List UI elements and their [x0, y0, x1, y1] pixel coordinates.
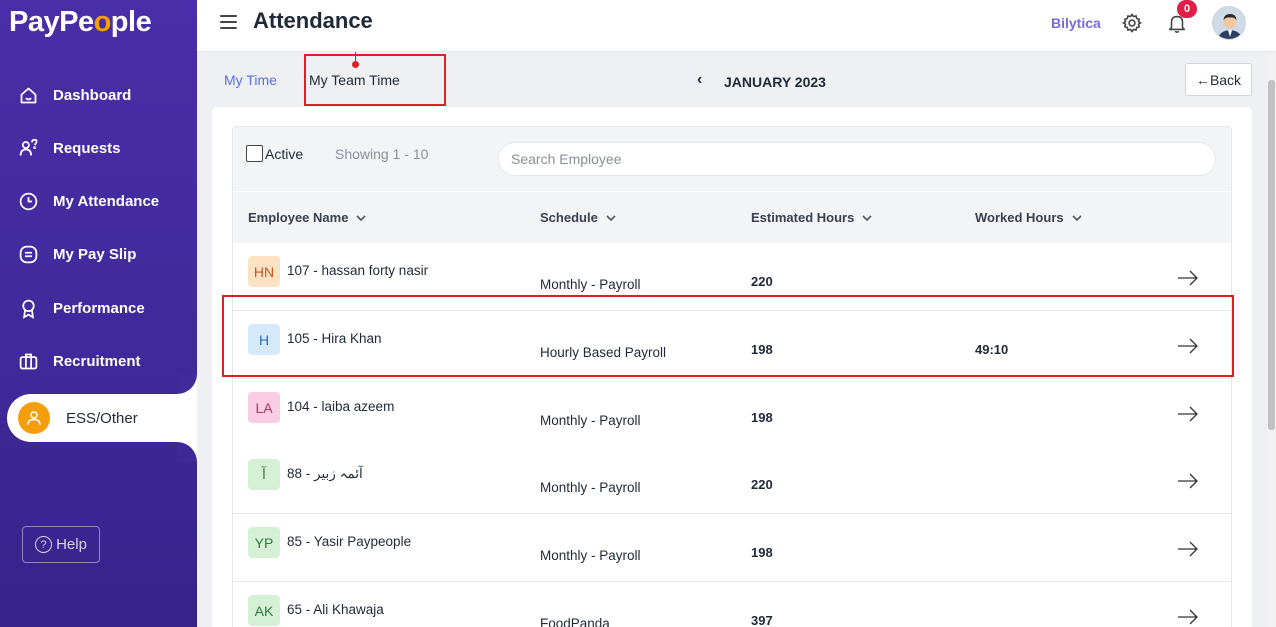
column-header-estimated-hours[interactable]: Estimated Hours [751, 210, 872, 225]
logo-text-pre: PayPe [9, 6, 94, 38]
sidebar-item-performance[interactable]: Performance [0, 286, 197, 330]
sidebar-item-label: My Attendance [53, 192, 160, 210]
employee-initials-avatar: LA [248, 392, 280, 423]
employee-name: 88 - آئمہ زبیر [287, 466, 363, 481]
user-icon [18, 402, 50, 434]
employee-initials-avatar: YP [248, 527, 280, 558]
estimated-hours-cell: 220 [751, 477, 773, 492]
scrollbar-thumb[interactable] [1268, 80, 1275, 430]
estimated-hours-cell: 220 [751, 274, 773, 289]
column-header-label: Employee Name [248, 210, 349, 225]
estimated-hours-cell: 198 [751, 545, 773, 560]
briefcase-icon [17, 350, 39, 372]
active-checkbox[interactable] [246, 145, 263, 162]
showing-count: Showing 1 - 10 [335, 146, 429, 162]
paypeople-logo[interactable]: PayPeople [9, 6, 152, 39]
column-header-label: Estimated Hours [751, 210, 855, 225]
home-icon [17, 84, 39, 106]
payslip-icon [17, 243, 39, 265]
sidebar: PayPeople Dashboard Requests My Attendan… [0, 0, 197, 627]
sidebar-item-label: Requests [53, 139, 121, 157]
sidebar-item-label: Performance [53, 299, 145, 317]
arrow-right-icon[interactable] [1176, 472, 1200, 490]
arrow-right-icon[interactable] [1176, 269, 1200, 287]
chevron-down-icon [606, 214, 616, 221]
sidebar-item-my-attendance[interactable]: My Attendance [0, 179, 197, 223]
chevron-down-icon [862, 214, 872, 221]
schedule-cell: Monthly - Payroll [540, 480, 641, 495]
sidebar-item-requests[interactable]: Requests [0, 126, 197, 170]
highlight-box-tab [304, 54, 446, 106]
table-row[interactable]: AK 65 - Ali Khawaja FoodPanda 397 [233, 582, 1231, 627]
month-label: JANUARY 2023 [724, 74, 826, 90]
arrow-right-icon[interactable] [1176, 405, 1200, 423]
column-header-schedule[interactable]: Schedule [540, 210, 616, 225]
help-button[interactable]: ? Help [22, 526, 100, 563]
sidebar-item-label: My Pay Slip [53, 245, 137, 263]
chevron-down-icon [1072, 214, 1082, 221]
back-button[interactable]: ←Back [1185, 63, 1252, 96]
table-row[interactable]: LA 104 - laiba azeem Monthly - Payroll 1… [233, 379, 1231, 447]
employee-name: 104 - laiba azeem [287, 399, 395, 414]
page-scrollbar[interactable] [1267, 52, 1276, 627]
award-icon [17, 297, 39, 319]
table-row[interactable]: YP 85 - Yasir Paypeople Monthly - Payrol… [233, 514, 1231, 582]
arrow-right-icon[interactable] [1176, 608, 1200, 626]
highlight-pointer-dot [352, 61, 359, 68]
user-avatar[interactable] [1212, 6, 1246, 40]
sidebar-item-dashboard[interactable]: Dashboard [0, 73, 197, 117]
sidebar-item-recruitment[interactable]: Recruitment [0, 339, 197, 383]
avatar-icon [1213, 7, 1245, 39]
sidebar-item-label: Dashboard [53, 86, 132, 104]
search-input[interactable] [498, 142, 1216, 176]
active-checkbox-label[interactable]: Active [265, 146, 303, 162]
column-header-label: Worked Hours [975, 210, 1064, 225]
notification-badge: 0 [1177, 0, 1197, 18]
arrow-right-icon[interactable] [1176, 540, 1200, 558]
active-curve-top [177, 374, 197, 394]
schedule-cell: Monthly - Payroll [540, 277, 641, 292]
column-header-worked-hours[interactable]: Worked Hours [975, 210, 1082, 225]
help-icon: ? [35, 536, 53, 553]
employee-name: 107 - hassan forty nasir [287, 263, 429, 278]
employee-name: 85 - Yasir Paypeople [287, 534, 412, 549]
help-label: Help [56, 536, 87, 553]
employee-name: 65 - Ali Khawaja [287, 602, 384, 617]
logo-text-o: o [93, 6, 112, 38]
menu-icon[interactable] [220, 15, 237, 29]
employee-initials-avatar: HN [248, 256, 280, 287]
table-row[interactable]: آ 88 - آئمہ زبیر Monthly - Payroll 220 [233, 446, 1231, 514]
sidebar-item-label: ESS/Other [66, 409, 138, 427]
sidebar-item-my-pay-slip[interactable]: My Pay Slip [0, 232, 197, 276]
gear-icon[interactable] [1121, 12, 1143, 34]
chevron-left-icon[interactable]: ‹ [697, 71, 702, 89]
employee-initials-avatar: AK [248, 595, 280, 626]
requests-icon [17, 137, 39, 159]
schedule-cell: FoodPanda [540, 616, 610, 627]
chevron-down-icon [356, 214, 367, 221]
page-title: Attendance [253, 8, 373, 33]
logo-text-post: ple [110, 6, 152, 38]
clock-icon [17, 190, 39, 212]
tab-my-time[interactable]: My Time [224, 72, 277, 88]
sidebar-item-label: Recruitment [53, 352, 141, 370]
schedule-cell: Monthly - Payroll [540, 413, 641, 428]
highlight-box-row [222, 295, 1234, 377]
company-name[interactable]: Bilytica [1051, 15, 1101, 31]
estimated-hours-cell: 198 [751, 410, 773, 425]
employee-initials-avatar: آ [248, 459, 280, 490]
estimated-hours-cell: 397 [751, 613, 773, 627]
top-header: Attendance Bilytica 0 [197, 0, 1276, 52]
sidebar-item-ess-other[interactable]: ESS/Other [7, 394, 197, 442]
column-header-label: Schedule [540, 210, 598, 225]
active-curve-bottom [177, 442, 197, 462]
schedule-cell: Monthly - Payroll [540, 548, 641, 563]
column-header-employee-name[interactable]: Employee Name [248, 210, 367, 225]
